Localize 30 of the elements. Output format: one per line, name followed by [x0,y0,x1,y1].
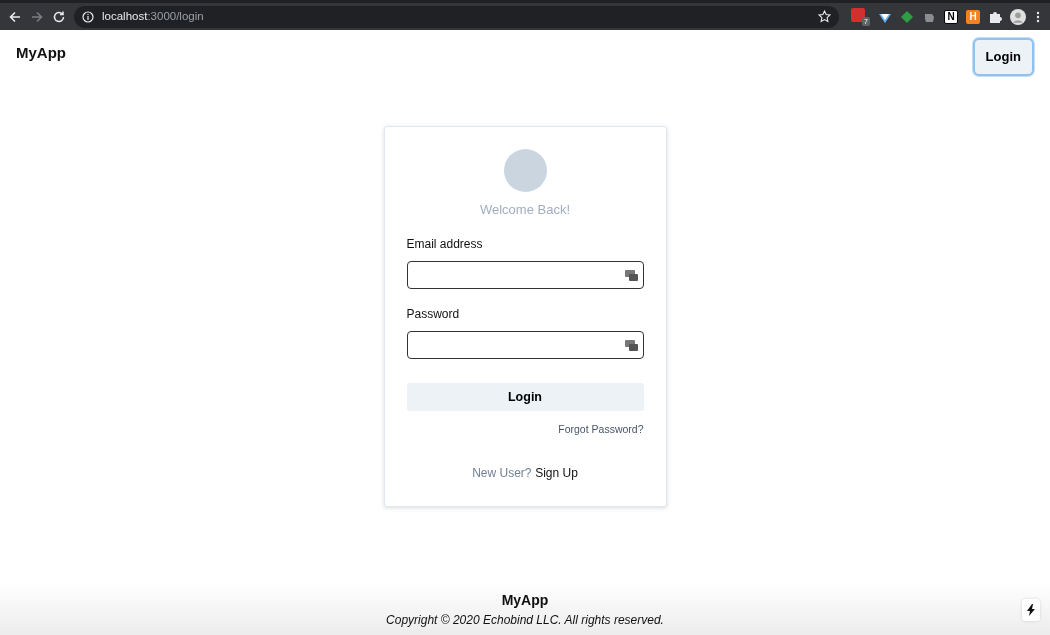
forgot-password-link[interactable]: Forgot Password? [558,423,644,435]
autofill-icon[interactable] [624,269,638,281]
address-bar[interactable]: localhost:3000/login [74,5,839,28]
more-icon[interactable] [1034,9,1042,24]
forward-arrow-icon[interactable] [30,9,44,24]
star-icon[interactable] [818,10,831,23]
login-button[interactable]: Login [972,38,1034,76]
back-arrow-icon[interactable] [8,9,22,24]
reload-icon[interactable] [52,9,66,24]
diamond-icon[interactable] [900,9,914,24]
footer-brand: MyApp [501,590,549,610]
input-field[interactable] [406,261,644,289]
info-icon[interactable] [82,10,94,23]
autofill-icon[interactable] [624,339,638,351]
url-text: localhost:3000/login [102,8,204,24]
welcome-text: Welcome Back! [478,200,572,219]
lightning-button[interactable] [1022,599,1040,621]
lightning-icon [1027,604,1035,616]
puzzle-icon[interactable] [988,9,1002,24]
input-field[interactable] [406,331,644,359]
login-submit-button[interactable]: Login [406,383,644,411]
extension-icon[interactable]: N [944,9,958,24]
profile-avatar-icon[interactable] [1010,8,1026,25]
field-label: Password [406,306,461,323]
field-label: Email address [406,236,484,253]
extension-icon[interactable] [851,7,865,22]
app-brand[interactable]: MyApp [16,42,66,65]
copyright-text: Copyright © 2020 Echobind LLC. All rights reserved. [386,611,664,629]
new-user-text: New User? [472,465,532,480]
sign-up-link[interactable]: Sign Up [535,465,578,480]
